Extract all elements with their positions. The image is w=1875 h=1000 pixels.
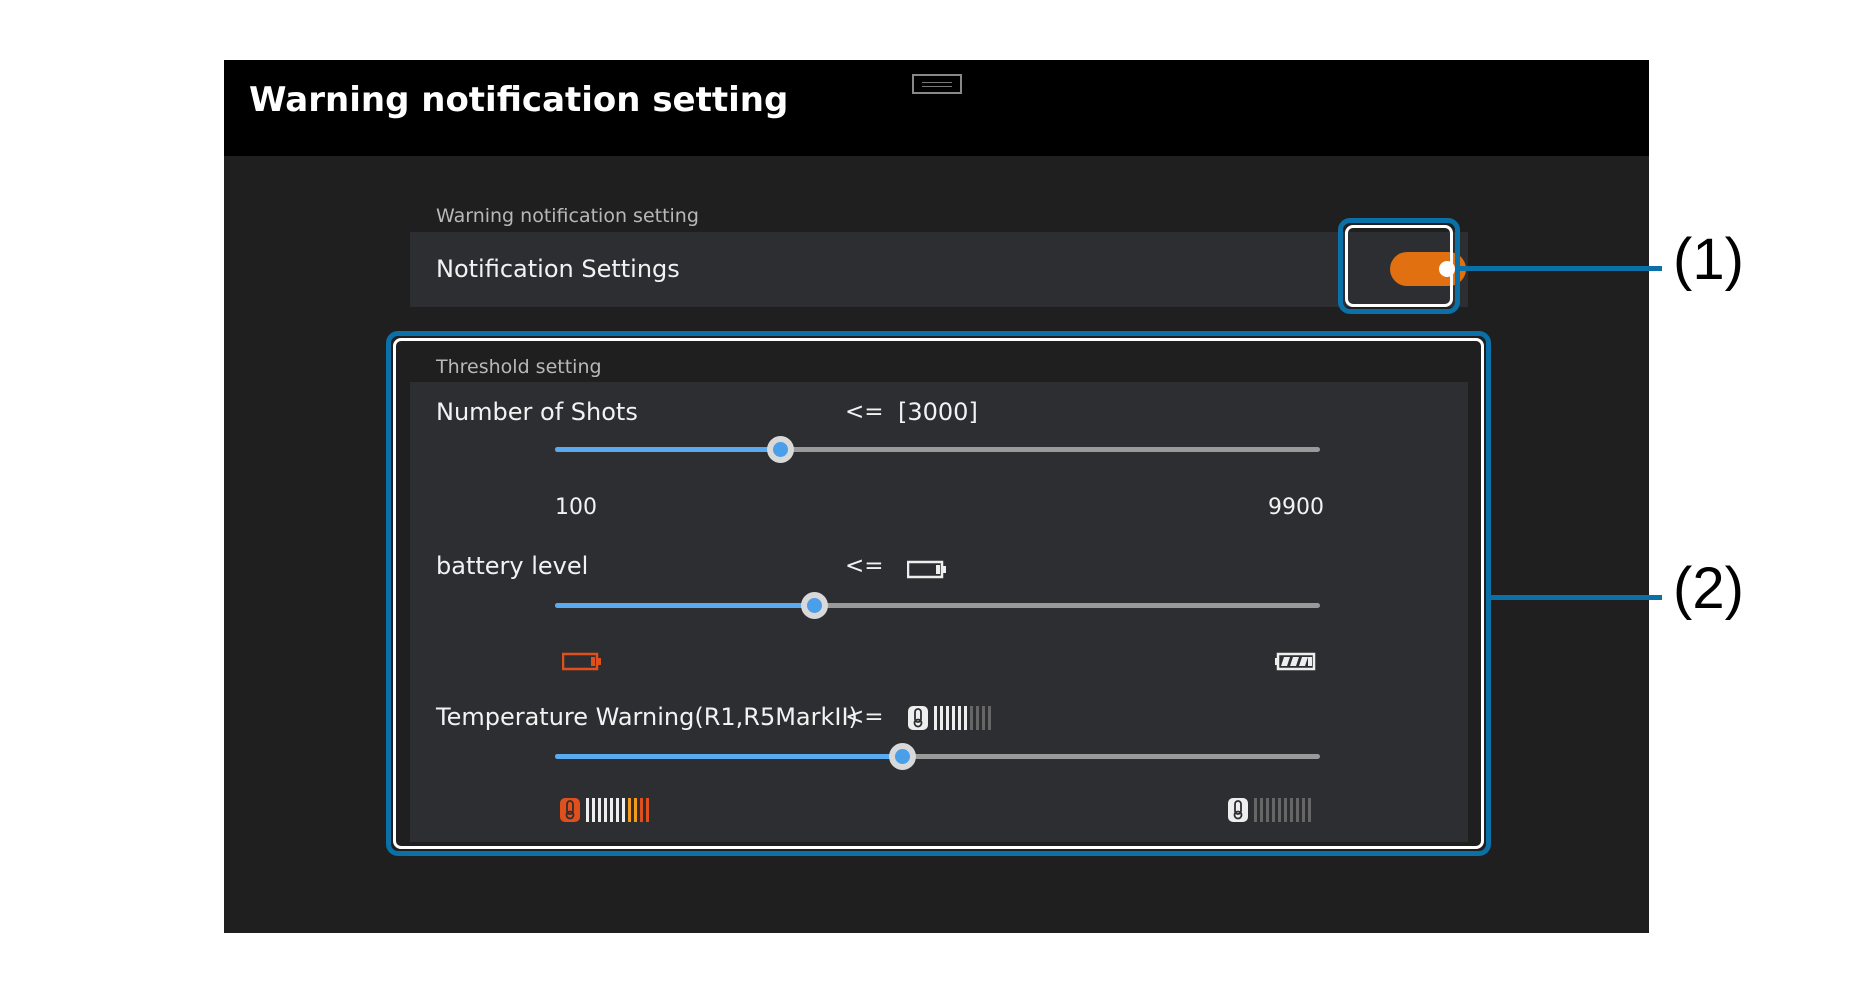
notification-section-label: Warning notification setting <box>436 205 699 227</box>
notification-settings-label: Notification Settings <box>436 255 680 283</box>
callout-1-label: (1) <box>1673 227 1744 292</box>
callout-2-box <box>386 331 1491 856</box>
callout-1-line <box>1460 266 1662 271</box>
callout-2-label: (2) <box>1673 556 1744 621</box>
callout-2-line <box>1491 595 1662 600</box>
callout-1-box <box>1338 218 1460 314</box>
title-bar: Warning notification setting <box>224 60 1649 156</box>
notification-panel: Notification Settings <box>410 232 1468 307</box>
drag-handle-icon[interactable] <box>912 74 962 94</box>
window-title: Warning notification setting <box>249 80 789 120</box>
